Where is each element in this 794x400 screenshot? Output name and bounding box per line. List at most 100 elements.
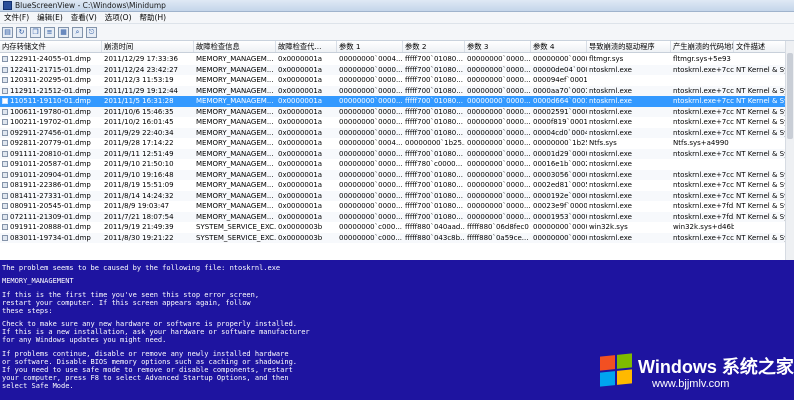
- cell-crash-time: 2011/12/3 11:53:19: [104, 76, 174, 84]
- table-row[interactable]: 112911-21512-01.dmp 2011/11/29 19:12:44 ME…: [0, 85, 794, 96]
- table-row[interactable]: 092811-20779-01.dmp 2011/9/28 17:14:22 MEM…: [0, 138, 794, 149]
- dump-file-icon: [2, 129, 8, 136]
- dump-file-icon: [2, 98, 8, 105]
- column-header-caused-by-address[interactable]: 产生崩溃的代码地址: [671, 41, 734, 52]
- cell-parameter-2: fffff780`c0000...: [405, 160, 463, 168]
- dump-file-icon: [2, 150, 8, 157]
- table-row[interactable]: 110511-19110-01.dmp 2011/11/5 16:31:28 MEM…: [0, 96, 794, 107]
- dump-file-icon: [2, 224, 8, 231]
- cell-parameter-4: 00001953`0000...: [533, 212, 587, 221]
- dump-file-name: 081911-22386-01.dmp: [10, 181, 91, 189]
- cell-bug-check-code: 0x0000001a: [278, 128, 323, 137]
- dump-file-name: 122911-24055-01.dmp: [10, 55, 91, 63]
- cell-crash-time: 2011/7/21 18:07:54: [104, 212, 174, 221]
- cell-bug-check-string: MEMORY_MANAGEM...: [196, 212, 274, 221]
- table-row[interactable]: 122911-24055-01.dmp 2011/12/29 17:33:36 ME…: [0, 54, 794, 65]
- properties-icon[interactable]: ≡: [44, 26, 55, 38]
- cell-parameter-2: fffff880`043c8b...: [405, 233, 465, 242]
- cell-parameter-2: fffff700`01080...: [405, 212, 463, 221]
- cell-dump-file: 080911-20545-01.dmp: [0, 201, 102, 212]
- table-row[interactable]: 091111-20810-01.dmp 2011/9/11 12:51:49 MEM…: [0, 148, 794, 160]
- column-header-parameter-3[interactable]: 参数 3: [465, 41, 531, 52]
- cell-crash-time: 2011/11/29 19:12:44: [104, 86, 179, 95]
- table-row[interactable]: 083011-19734-01.dmp 2011/8/30 19:21:22 SYS…: [0, 232, 794, 244]
- dump-file-name: 072111-21309-01.dmp: [10, 212, 91, 221]
- cell-caused-by-driver: [587, 75, 671, 86]
- find-icon[interactable]: ⌕: [72, 26, 83, 38]
- cell-crash-time: 2011/12/24 23:42:27: [104, 65, 179, 74]
- dump-file-name: 112911-21512-01.dmp: [10, 86, 91, 95]
- table-row[interactable]: 100211-19702-01.dmp 2011/10/2 16:01:45 MEM…: [0, 117, 794, 128]
- cell-bug-check-code: 0x0000001a: [278, 65, 323, 74]
- html-report-icon[interactable]: ▦: [58, 26, 69, 38]
- column-header-dump-file[interactable]: 内存转储文件: [0, 41, 102, 52]
- copy-icon[interactable]: ❐: [30, 26, 41, 38]
- cell-bug-check-string: MEMORY_MANAGEM...: [196, 160, 274, 168]
- cell-parameter-3: 00000000`0000...: [467, 128, 531, 137]
- table-row[interactable]: 122411-21715-01.dmp 2011/12/24 23:42:27 ME…: [0, 64, 794, 76]
- cell-bug-check-string: MEMORY_MANAGEM...: [196, 181, 274, 189]
- logo-red-tile: [600, 355, 615, 371]
- cell-caused-by-driver: win32k.sys: [589, 223, 628, 231]
- cell-parameter-1: 00000000`0000...: [339, 181, 403, 189]
- column-header-parameter-2[interactable]: 参数 2: [403, 41, 465, 52]
- bsod-text-line: If this is a new installation, ask your …: [2, 328, 310, 337]
- table-row[interactable]: 091011-20904-01.dmp 2011/9/10 19:16:48 MEM…: [0, 169, 794, 180]
- cell-parameter-4: 00000000`0000...: [533, 223, 587, 231]
- dump-file-icon: [2, 192, 8, 199]
- cell-bug-check-string: SYSTEM_SERVICE_EXC...: [196, 233, 276, 242]
- table-row[interactable]: 072111-21309-01.dmp 2011/7/21 18:07:54 MEM…: [0, 211, 794, 222]
- cell-parameter-3: 00000000`0000...: [467, 212, 531, 221]
- save-icon[interactable]: ▤: [2, 26, 13, 38]
- menu-help[interactable]: 帮助(H): [136, 12, 171, 23]
- cell-caused-by-address: Ntfs.sys+a4990: [673, 139, 729, 147]
- scrollbar-thumb[interactable]: [787, 53, 793, 139]
- watermark-url: www.bjjmlv.com: [652, 378, 730, 390]
- cell-caused-by-driver: fltmgr.sys: [589, 55, 624, 63]
- cell-parameter-1: 00000000`0004...: [339, 55, 403, 63]
- cell-bug-check-code: 0x0000001a: [278, 76, 323, 84]
- column-header-bug-check-code[interactable]: 故障检查代...: [276, 41, 337, 52]
- cell-parameter-2: 00000000`1b25...: [405, 139, 465, 147]
- table-row[interactable]: 100611-19780-01.dmp 2011/10/6 15:46:35 MEM…: [0, 106, 794, 117]
- table-row[interactable]: 091011-20587-01.dmp 2011/9/10 21:50:10 MEM…: [0, 159, 794, 170]
- column-header-bug-check-string[interactable]: 故障检查信息: [194, 41, 276, 52]
- menu-view[interactable]: 查看(V): [67, 12, 101, 23]
- cell-parameter-4: 00002591`0000...: [533, 107, 587, 116]
- cell-caused-by-driver: ntoskrnl.exe: [589, 202, 632, 210]
- column-header-parameter-1[interactable]: 参数 1: [337, 41, 403, 52]
- cell-crash-time: 2011/9/10 21:50:10: [104, 160, 174, 168]
- cell-parameter-4: 00023e9f`0000...: [533, 202, 587, 210]
- refresh-icon[interactable]: ↻: [16, 26, 27, 38]
- menu-options[interactable]: 选项(O): [101, 12, 136, 23]
- cell-parameter-1: 00000000`0000...: [339, 107, 403, 116]
- vertical-scrollbar[interactable]: [785, 41, 794, 260]
- cell-bug-check-string: MEMORY_MANAGEM...: [196, 139, 274, 147]
- menu-file[interactable]: 文件(F): [0, 12, 33, 23]
- table-row[interactable]: 091911-20888-01.dmp 2011/9/19 21:49:39 SYS…: [0, 222, 794, 233]
- cell-dump-file: 122411-21715-01.dmp: [0, 65, 102, 76]
- cell-bug-check-string: MEMORY_MANAGEM...: [196, 170, 274, 179]
- cell-bug-check-code: 0x0000001a: [278, 139, 323, 147]
- table-row[interactable]: 120311-20295-01.dmp 2011/12/3 11:53:19 MEM…: [0, 75, 794, 86]
- dump-file-icon: [2, 119, 8, 126]
- cell-dump-file: 091111-20810-01.dmp: [0, 149, 102, 160]
- cell-dump-file: 083011-19734-01.dmp: [0, 233, 102, 244]
- column-header-crash-time[interactable]: 崩溃时间: [102, 41, 194, 52]
- menu-edit[interactable]: 编辑(E): [33, 12, 67, 23]
- cell-bug-check-string: MEMORY_MANAGEM...: [196, 202, 274, 210]
- table-row[interactable]: 080911-20545-01.dmp 2011/8/9 19:03:47 MEMO…: [0, 201, 794, 212]
- cell-bug-check-string: MEMORY_MANAGEM...: [196, 149, 274, 158]
- column-header-parameter-4[interactable]: 参数 4: [531, 41, 587, 52]
- menu-bar: 文件(F) 编辑(E) 查看(V) 选项(O) 帮助(H): [0, 12, 794, 24]
- cell-parameter-2: fffff700`01080...: [405, 149, 463, 158]
- table-row[interactable]: 092911-27456-01.dmp 2011/9/29 22:40:34 MEM…: [0, 127, 794, 138]
- column-header-caused-by-driver[interactable]: 导致崩溃的驱动程序: [587, 41, 671, 52]
- table-row[interactable]: 081411-27331-01.dmp 2011/8/14 14:24:32 MEM…: [0, 190, 794, 201]
- table-row[interactable]: 081911-22386-01.dmp 2011/8/19 15:51:09 MEM…: [0, 180, 794, 191]
- exit-icon[interactable]: ⎋: [86, 26, 97, 38]
- cell-caused-by-driver: ntoskrnl.exe: [589, 107, 632, 116]
- cell-caused-by-driver: ntoskrnl.exe: [589, 86, 632, 95]
- cell-bug-check-code: 0x0000001a: [278, 97, 323, 105]
- cell-caused-by-address: ntoskrnl.exe+7cc...: [673, 149, 734, 158]
